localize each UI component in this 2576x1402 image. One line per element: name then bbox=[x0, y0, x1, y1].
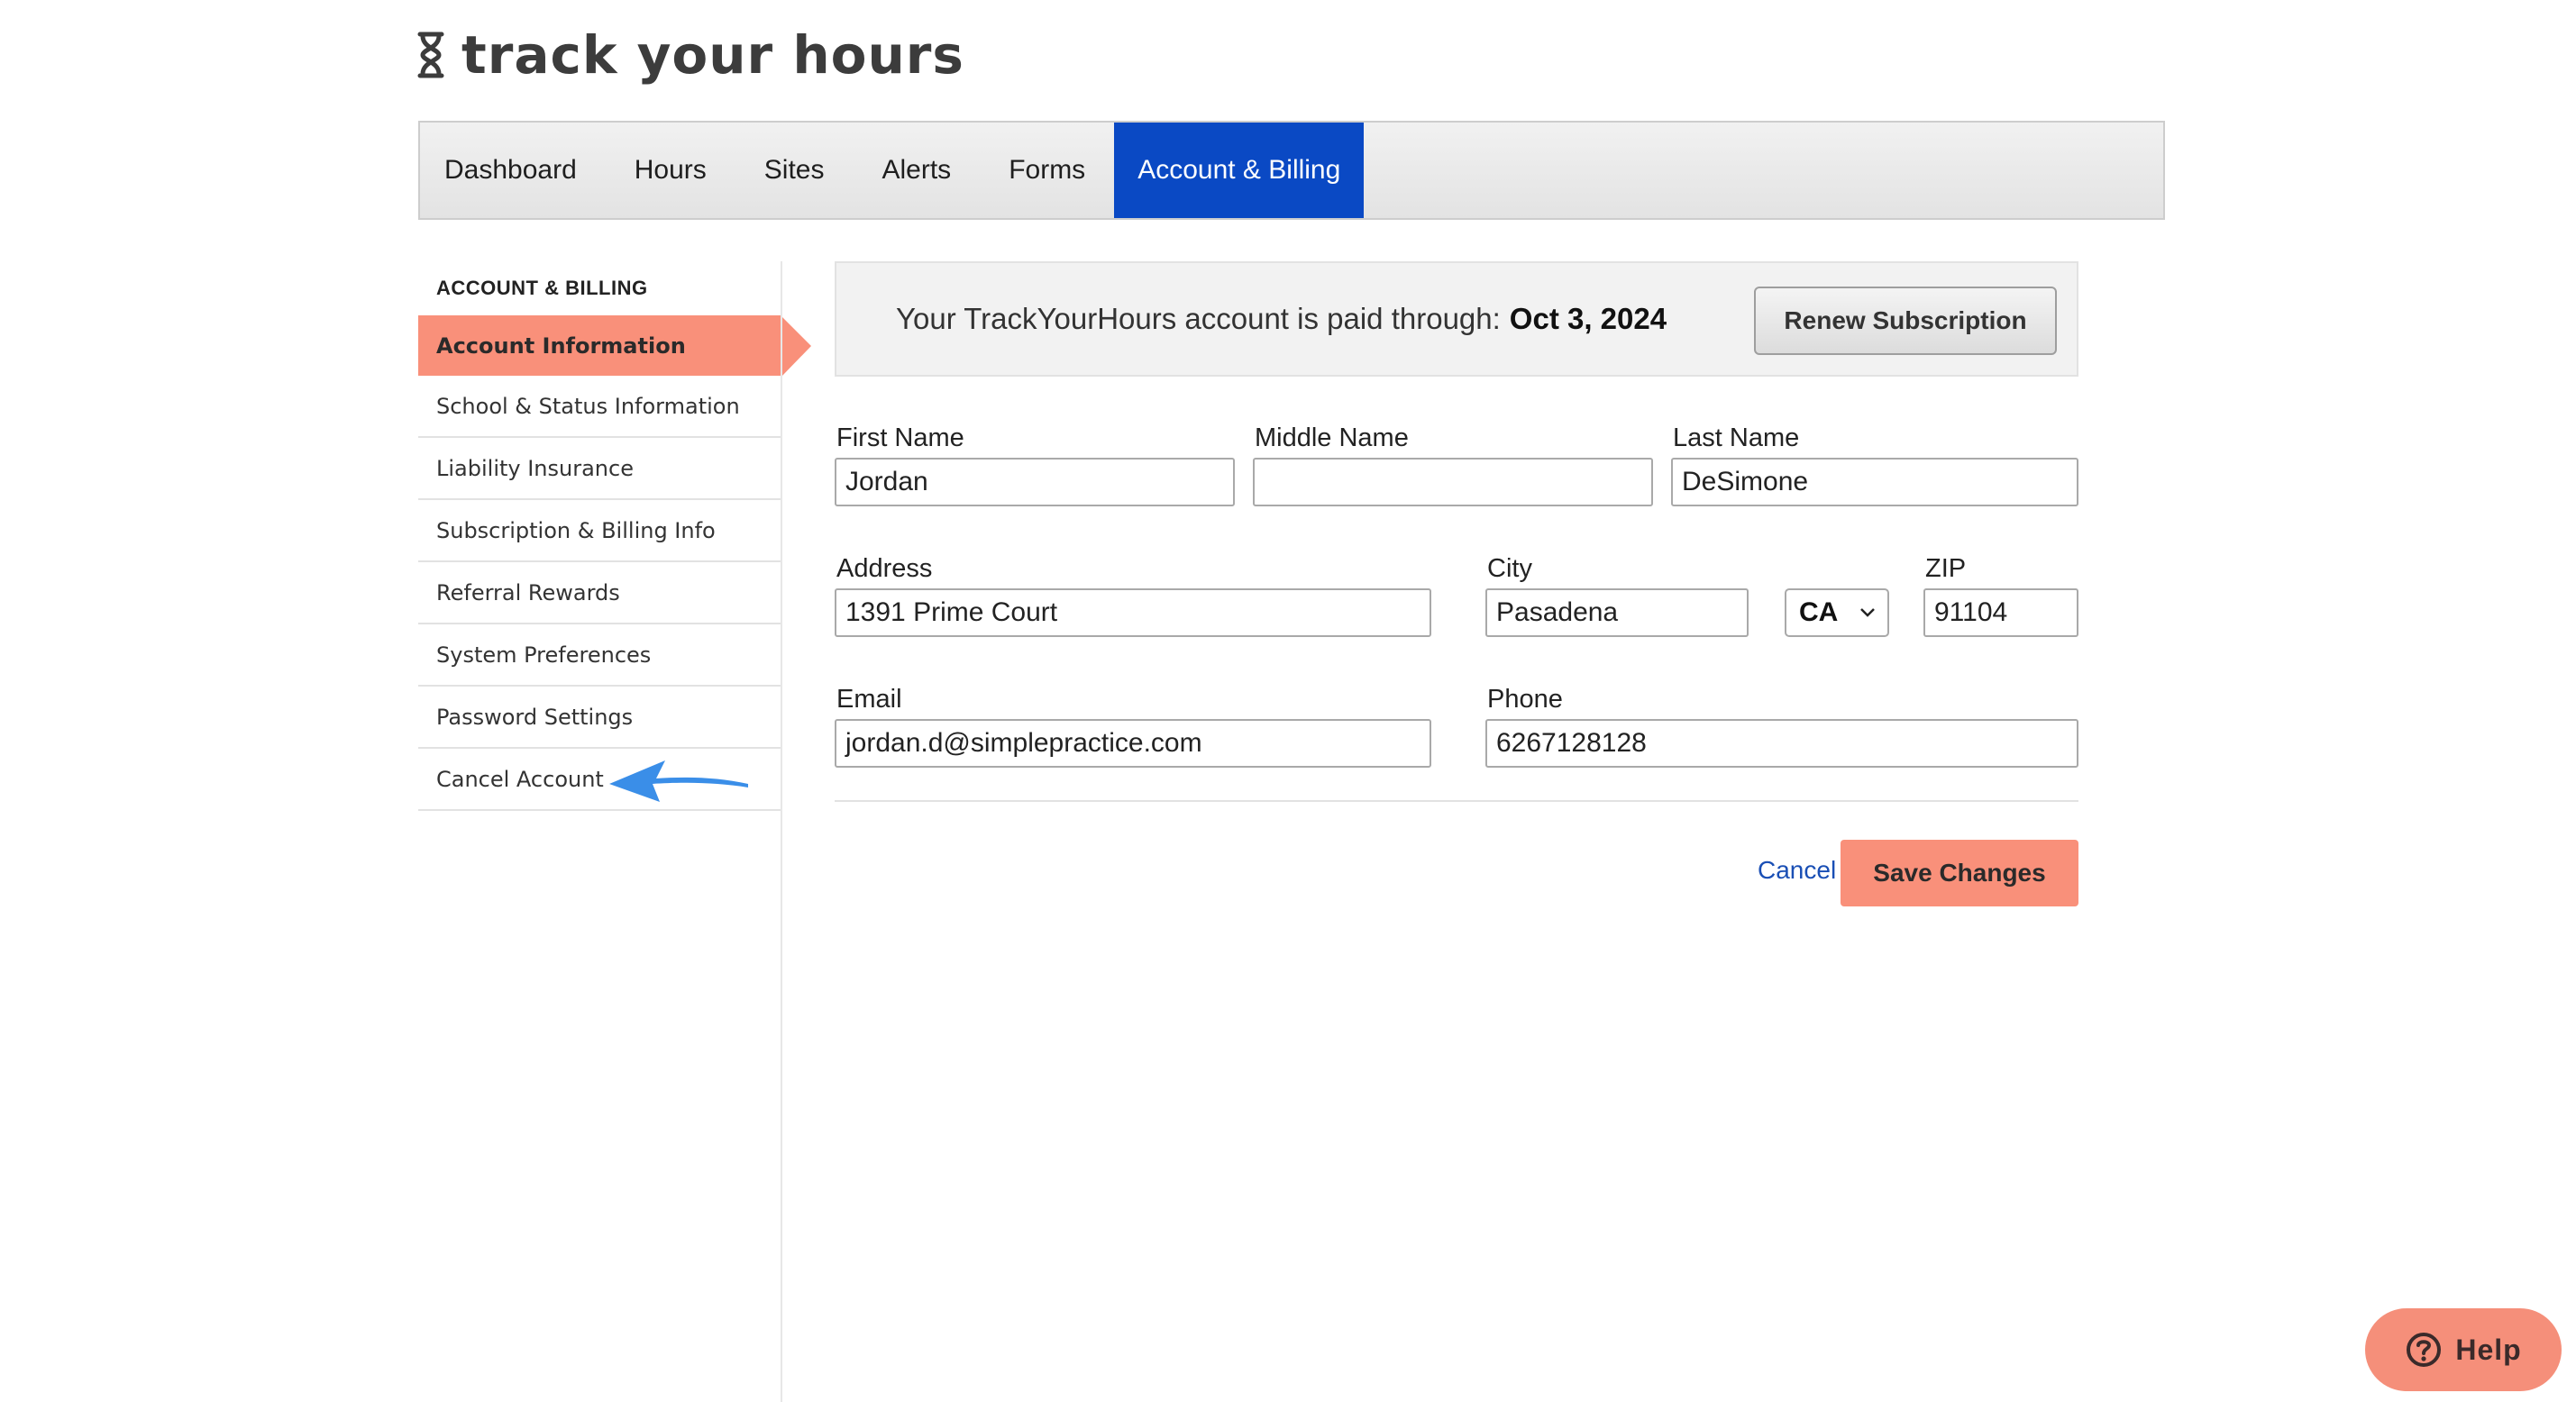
save-changes-button[interactable]: Save Changes bbox=[1841, 840, 2078, 906]
sidebar-title: ACCOUNT & BILLING bbox=[436, 277, 648, 299]
renew-subscription-button[interactable]: Renew Subscription bbox=[1754, 287, 2057, 355]
state-value: CA bbox=[1799, 597, 1839, 627]
sidebar-item-account-information[interactable]: Account Information bbox=[418, 315, 811, 378]
sidebar-item-referral-rewards[interactable]: Referral Rewards bbox=[418, 562, 781, 624]
sidebar-divider bbox=[781, 261, 782, 1402]
sidebar-item-school-status[interactable]: School & Status Information bbox=[418, 376, 781, 438]
phone-label: Phone bbox=[1487, 685, 1563, 714]
phone-field[interactable]: 6267128128 bbox=[1485, 719, 2078, 768]
address-field[interactable]: 1391 Prime Court bbox=[835, 588, 1431, 637]
middle-name-field[interactable] bbox=[1253, 458, 1653, 506]
paid-through-date: Oct 3, 2024 bbox=[1509, 302, 1667, 335]
nav-tab-sites[interactable]: Sites bbox=[735, 123, 854, 218]
address-label: Address bbox=[836, 554, 933, 583]
zip-label: ZIP bbox=[1925, 554, 1967, 583]
left-arrow-icon bbox=[609, 760, 748, 802]
main-nav: Dashboard Hours Sites Alerts Forms Accou… bbox=[418, 121, 2165, 220]
city-field[interactable]: Pasadena bbox=[1485, 588, 1749, 637]
hourglass-icon bbox=[417, 32, 444, 78]
question-circle-icon bbox=[2407, 1333, 2442, 1367]
help-button[interactable]: Help bbox=[2365, 1308, 2562, 1391]
logo-text: track your hours bbox=[461, 24, 964, 86]
state-select[interactable]: CA bbox=[1785, 588, 1889, 637]
paid-through-text: Your TrackYourHours account is paid thro… bbox=[896, 302, 1501, 335]
nav-tab-alerts[interactable]: Alerts bbox=[854, 123, 981, 218]
nav-tab-hours[interactable]: Hours bbox=[606, 123, 735, 218]
logo[interactable]: track your hours bbox=[416, 23, 964, 86]
nav-tab-forms[interactable]: Forms bbox=[980, 123, 1114, 218]
email-field[interactable]: jordan.d@simplepractice.com bbox=[835, 719, 1431, 768]
nav-tab-dashboard[interactable]: Dashboard bbox=[420, 123, 606, 218]
form-divider bbox=[835, 800, 2078, 802]
last-name-label: Last Name bbox=[1673, 423, 1800, 452]
first-name-label: First Name bbox=[836, 423, 964, 452]
subscription-banner: Your TrackYourHours account is paid thro… bbox=[835, 261, 2078, 377]
nav-tab-account-billing[interactable]: Account & Billing bbox=[1114, 123, 1365, 218]
email-label: Email bbox=[836, 685, 902, 714]
sidebar-item-password-settings[interactable]: Password Settings bbox=[418, 687, 781, 749]
last-name-field[interactable]: DeSimone bbox=[1671, 458, 2078, 506]
cancel-link[interactable]: Cancel bbox=[1758, 856, 1836, 885]
city-label: City bbox=[1487, 554, 1532, 583]
sidebar-item-liability-insurance[interactable]: Liability Insurance bbox=[418, 438, 781, 500]
sidebar-item-system-preferences[interactable]: System Preferences bbox=[418, 624, 781, 687]
middle-name-label: Middle Name bbox=[1255, 423, 1409, 452]
chevron-down-icon bbox=[1860, 608, 1875, 617]
sidebar-item-subscription-billing[interactable]: Subscription & Billing Info bbox=[418, 500, 781, 562]
first-name-field[interactable]: Jordan bbox=[835, 458, 1235, 506]
help-label: Help bbox=[2455, 1333, 2522, 1366]
sidebar: ACCOUNT & BILLING Account Information Sc… bbox=[418, 261, 811, 811]
zip-field[interactable]: 91104 bbox=[1923, 588, 2078, 637]
